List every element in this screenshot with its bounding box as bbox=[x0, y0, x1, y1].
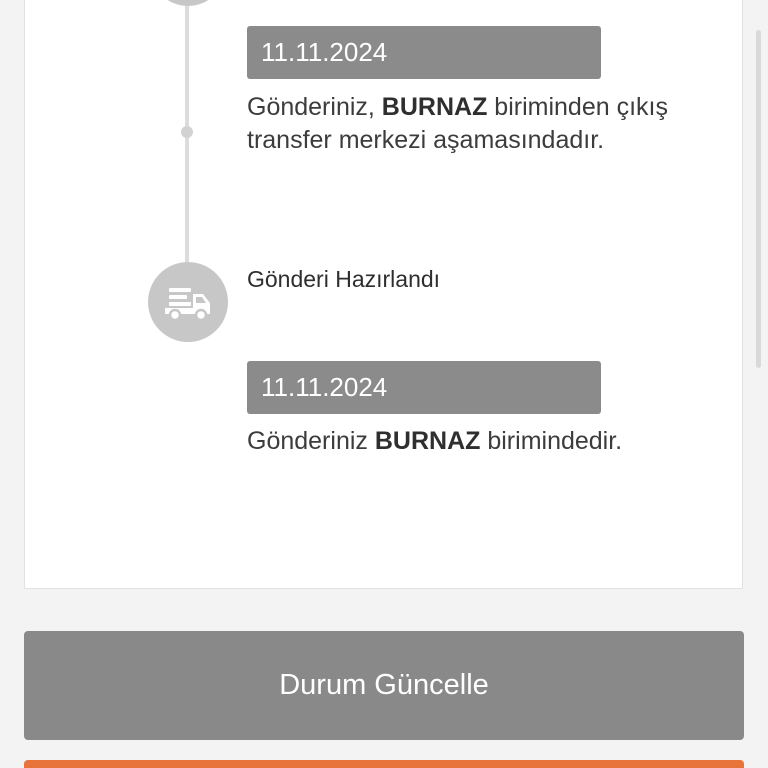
scrollbar[interactable] bbox=[756, 30, 761, 368]
branch-name: BURNAZ bbox=[381, 93, 488, 121]
timeline-dot bbox=[181, 126, 193, 138]
step-date-badge: 11.11.2024 bbox=[247, 26, 601, 79]
step-title: Gönderi Hazırlandı bbox=[247, 266, 441, 292]
update-status-button[interactable]: Durum Güncelle bbox=[24, 631, 744, 740]
step-description: Gönderiniz BURNAZ birimindedir. bbox=[247, 425, 737, 458]
step-date-badge: 11.11.2024 bbox=[247, 361, 601, 414]
branch-name: BURNAZ bbox=[374, 427, 481, 455]
step-icon-circle bbox=[148, 262, 228, 342]
step-description: Gönderiniz, BURNAZ biriminden çıkış tran… bbox=[247, 91, 737, 157]
primary-action-button[interactable] bbox=[24, 760, 744, 768]
step-description-suffix: birimindedir. bbox=[480, 427, 623, 455]
step-description-prefix: Gönderiniz, bbox=[247, 93, 382, 121]
step-description-prefix: Gönderiniz bbox=[247, 427, 375, 455]
truck-icon bbox=[165, 288, 210, 322]
shipment-tracking-screen: 11.11.2024 Gönderiniz, BURNAZ biriminden… bbox=[0, 0, 768, 768]
